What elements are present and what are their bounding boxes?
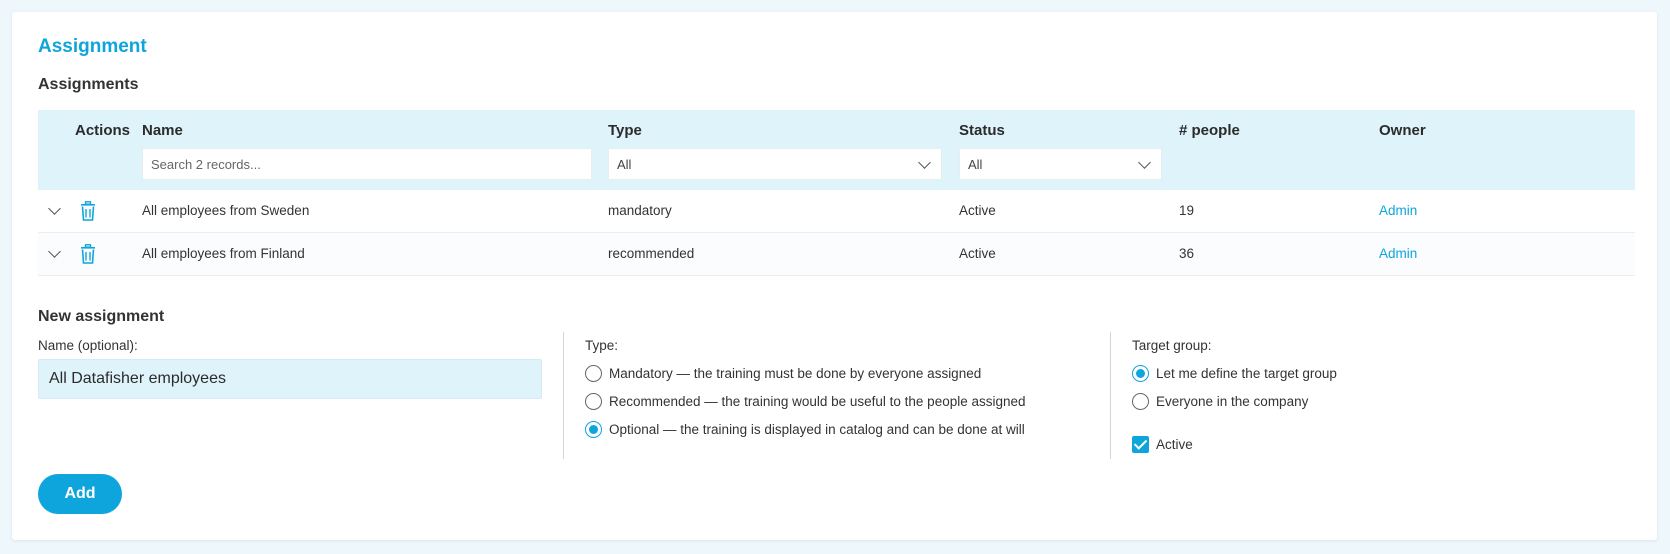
radio-button[interactable]	[585, 365, 602, 382]
row-people: 19	[1179, 203, 1195, 218]
checkbox-checked[interactable]	[1132, 436, 1149, 453]
row-status: Active	[959, 246, 996, 261]
chevron-down-icon	[1138, 156, 1151, 169]
new-assignment-title: New assignment	[38, 308, 165, 325]
assignments-title: Assignments	[38, 76, 139, 93]
target-group-label: Target group:	[1132, 338, 1212, 353]
row-name: All employees from Sweden	[142, 203, 310, 218]
row-type: recommended	[608, 246, 695, 261]
row-owner-link[interactable]: Admin	[1379, 203, 1417, 218]
column-divider	[1110, 332, 1111, 459]
name-label: Name (optional):	[38, 338, 138, 353]
type-option-mandatory[interactable]: Mandatory — the training must be done by…	[585, 365, 981, 382]
table-header: Actions Name Type Status # people Owner …	[38, 110, 1635, 190]
radio-button-checked[interactable]	[585, 421, 602, 438]
table-row: All employees from Sweden mandatory Acti…	[38, 190, 1635, 233]
chevron-down-icon	[918, 156, 931, 169]
target-option-everyone[interactable]: Everyone in the company	[1132, 393, 1308, 410]
trash-icon[interactable]	[80, 201, 96, 221]
type-label: Type:	[585, 338, 619, 353]
type-option-recommended[interactable]: Recommended — the training would be usef…	[585, 393, 1026, 410]
type-option-optional[interactable]: Optional — the training is displayed in …	[585, 421, 1025, 438]
row-type: mandatory	[608, 203, 672, 218]
option-label: Mandatory — the training must be done by…	[609, 366, 982, 381]
row-status: Active	[959, 203, 996, 218]
radio-button-checked[interactable]	[1132, 365, 1149, 382]
header-type[interactable]: Type	[608, 122, 642, 139]
row-owner-link[interactable]: Admin	[1379, 246, 1417, 261]
header-actions: Actions	[75, 122, 131, 139]
option-label: Let me define the target group	[1156, 366, 1337, 381]
target-option-define[interactable]: Let me define the target group	[1132, 365, 1337, 382]
header-status[interactable]: Status	[959, 122, 1005, 139]
assignments-table: Actions Name Type Status # people Owner …	[38, 110, 1635, 276]
radio-button[interactable]	[585, 393, 602, 410]
status-filter-value: All	[968, 156, 983, 172]
option-label: Recommended — the training would be usef…	[609, 394, 1026, 409]
row-people: 36	[1179, 246, 1195, 261]
assignment-card: Assignment Assignments Actions Name Type…	[12, 12, 1657, 540]
section-title: Assignment	[38, 36, 147, 57]
radio-button[interactable]	[1132, 393, 1149, 410]
option-label: Optional — the training is displayed in …	[609, 422, 1025, 437]
row-name: All employees from Finland	[142, 246, 305, 261]
table-row: All employees from Finland recommended A…	[38, 233, 1635, 276]
active-checkbox[interactable]: Active	[1132, 436, 1193, 453]
add-button[interactable]: Add	[38, 474, 122, 514]
assignment-name-input[interactable]: All Datafisher employees	[38, 359, 542, 399]
header-people[interactable]: # people	[1179, 122, 1240, 139]
expand-chevron-icon[interactable]	[48, 245, 61, 258]
type-filter-select[interactable]: All	[608, 148, 942, 180]
type-filter-value: All	[617, 156, 632, 172]
option-label: Everyone in the company	[1156, 394, 1309, 409]
expand-chevron-icon[interactable]	[48, 202, 61, 215]
active-label: Active	[1156, 437, 1193, 452]
trash-icon[interactable]	[80, 244, 96, 264]
header-name[interactable]: Name	[142, 122, 183, 139]
status-filter-select[interactable]: All	[959, 148, 1162, 180]
search-input[interactable]: Search 2 records...	[142, 148, 592, 180]
column-divider	[563, 332, 564, 459]
header-owner[interactable]: Owner	[1379, 122, 1426, 139]
